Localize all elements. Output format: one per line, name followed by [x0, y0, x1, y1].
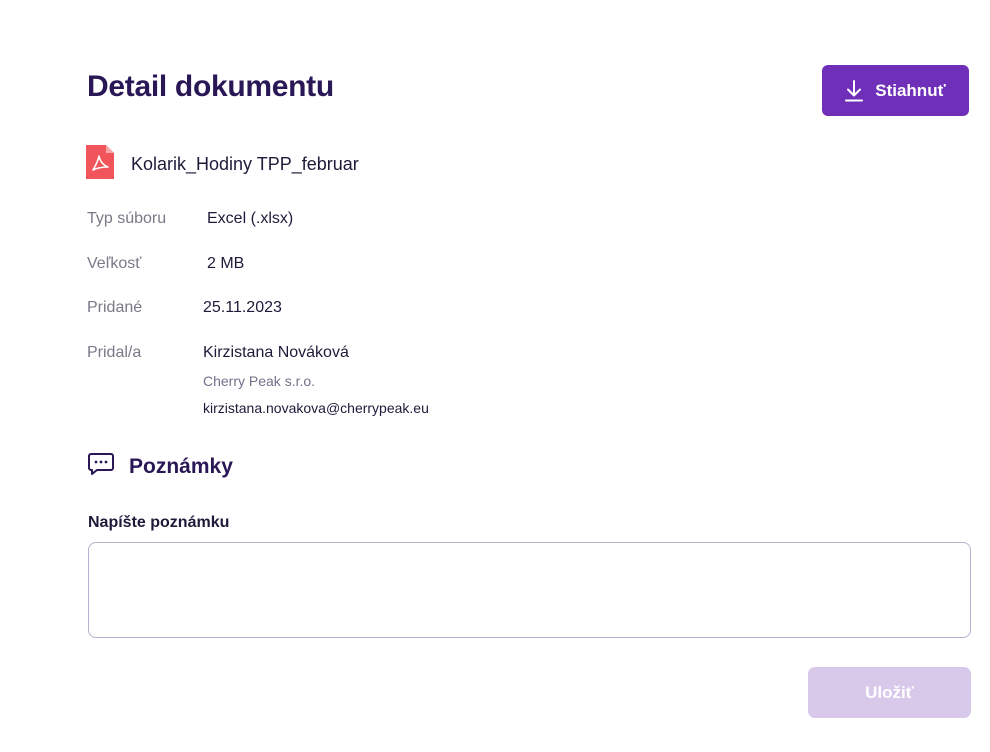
pdf-file-icon	[86, 145, 114, 184]
download-button[interactable]: Stiahnuť	[822, 65, 969, 116]
save-button[interactable]: Uložiť	[808, 667, 971, 718]
added-date-label: Pridané	[87, 299, 143, 316]
file-size-label: Veľkosť	[87, 255, 142, 272]
document-detail-panel: Detail dokumentu Stiahnuť Kolarik_Hodiny…	[0, 0, 990, 752]
file-type-label: Typ súboru	[87, 210, 167, 227]
added-by-label: Pridal/a	[87, 344, 142, 361]
added-by-company: Cherry Peak s.r.o.	[203, 373, 316, 389]
chat-bubble-icon	[88, 452, 114, 481]
notes-section-header: Poznámky	[88, 452, 233, 481]
added-by-email: kirzistana.novakova@cherrypeak.eu	[203, 400, 429, 416]
file-name: Kolarik_Hodiny TPP_februar	[131, 154, 359, 174]
file-row: Kolarik_Hodiny TPP_februar	[86, 145, 359, 184]
download-icon	[845, 79, 864, 102]
added-date-value: 25.11.2023	[203, 299, 282, 316]
added-by-name: Kirzistana Nováková	[203, 344, 349, 361]
file-size-value: 2 MB	[207, 255, 245, 272]
page-title: Detail dokumentu	[87, 70, 334, 103]
file-type-value: Excel (.xlsx)	[207, 210, 294, 227]
download-button-label: Stiahnuť	[875, 80, 946, 100]
note-field-label: Napíšte poznámku	[88, 514, 230, 531]
notes-title: Poznámky	[129, 454, 233, 478]
note-textarea[interactable]	[88, 542, 971, 638]
